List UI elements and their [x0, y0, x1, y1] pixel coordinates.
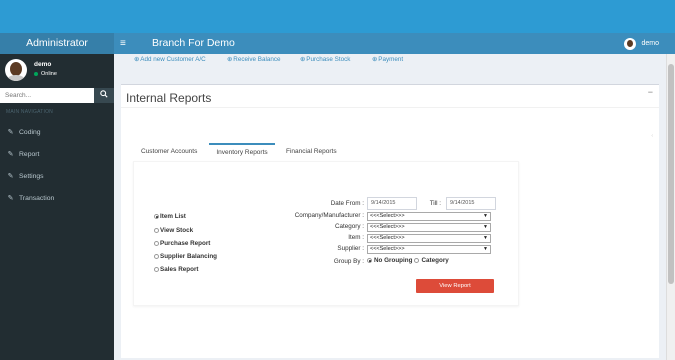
link-receive-balance[interactable]: ⊕ Receive Balance: [227, 56, 281, 63]
tab-customer-accounts[interactable]: Customer Accounts: [141, 143, 201, 161]
user-panel: demo Online: [0, 54, 114, 88]
reports-box: Internal Reports − ‹ Customer Accounts I…: [121, 84, 659, 358]
tag-icon: ⊕: [134, 56, 140, 63]
sidebar-item-settings[interactable]: ✎ Settings: [0, 166, 114, 186]
scroll-marker: ‹: [651, 133, 653, 139]
radio-checked-icon: [154, 214, 159, 219]
radio-icon: [154, 241, 159, 246]
edit-icon: ✎: [7, 195, 14, 202]
tag-icon: ⊕: [227, 56, 233, 63]
tag-icon: ⊕: [300, 56, 306, 63]
sidebar-item-transaction[interactable]: ✎ Transaction: [0, 188, 114, 208]
tab-financial-reports[interactable]: Financial Reports: [286, 143, 346, 161]
sidebar-item-coding[interactable]: ✎ Coding: [0, 122, 114, 142]
user-name: demo: [641, 40, 659, 47]
collapse-icon[interactable]: −: [648, 87, 653, 97]
status-badge: Online: [34, 71, 57, 77]
page-title: Internal Reports: [126, 91, 212, 105]
category-group-label: Category: [421, 257, 449, 264]
date-from-label: Date From :: [330, 200, 364, 207]
page-scrollbar[interactable]: [666, 54, 675, 360]
no-grouping-label: No Grouping: [374, 257, 413, 264]
search-icon[interactable]: [94, 88, 114, 103]
branch-title: Branch For Demo: [152, 37, 235, 49]
desktop-background: [0, 0, 675, 33]
link-add-customer[interactable]: ⊕ Add new Customer A/C: [134, 56, 206, 63]
till-field[interactable]: 9/14/2015: [446, 197, 496, 210]
radio-icon: [154, 267, 159, 272]
edit-icon: ✎: [7, 151, 14, 158]
category-label: Category :: [334, 223, 364, 230]
inventory-tab-pane: Item List View Stock Purchase Report Sup…: [133, 161, 519, 306]
radio-sales-report[interactable]: Sales Report: [154, 266, 199, 273]
radio-category-group[interactable]: [414, 258, 420, 263]
online-dot-icon: [34, 72, 38, 76]
company-select[interactable]: <<<Select>>> ▼: [367, 212, 491, 221]
edit-icon: ✎: [7, 173, 14, 180]
divider: [121, 107, 659, 108]
category-select[interactable]: <<<Select>>> ▼: [367, 223, 491, 232]
radio-icon: [154, 228, 159, 233]
group-by-label: Group By :: [333, 258, 364, 265]
chevron-down-icon: ▼: [483, 235, 488, 241]
sidebar: demo Online MAIN NAVIGATION ✎Coding ✎Rep…: [0, 54, 114, 360]
item-select[interactable]: <<<Select>>> ▼: [367, 234, 491, 243]
radio-supplier-balancing[interactable]: Supplier Balancing: [154, 253, 217, 260]
main-content: ⊕ Add new Customer A/C ⊕ Receive Balance ⊕…: [114, 54, 675, 360]
brand-logo[interactable]: Administrator: [0, 33, 114, 54]
tag-icon: ⊕: [372, 56, 378, 63]
date-from-field[interactable]: 9/14/2015: [367, 197, 417, 210]
search-input[interactable]: [0, 88, 94, 103]
user-menu[interactable]: demo: [624, 36, 659, 51]
supplier-label: Supplier :: [337, 245, 364, 252]
tab-inventory-reports[interactable]: Inventory Reports: [209, 143, 275, 163]
item-label: Item :: [348, 234, 364, 241]
radio-view-stock[interactable]: View Stock: [154, 227, 193, 234]
supplier-select[interactable]: <<<Select>>> ▼: [367, 245, 491, 254]
avatar: [5, 59, 27, 81]
sidebar-item-report[interactable]: ✎ Report: [0, 144, 114, 164]
till-label: Till :: [429, 200, 441, 207]
link-payment[interactable]: ⊕ Payment: [372, 56, 403, 63]
group-by-options: No Grouping Category: [367, 257, 449, 264]
company-label: Company/Manufacturer :: [294, 212, 364, 219]
hamburger-icon[interactable]: ≡: [120, 33, 126, 54]
avatar: [624, 37, 637, 50]
top-header: Administrator ≡ Branch For Demo demo: [0, 33, 675, 54]
chevron-down-icon: ▼: [483, 213, 488, 219]
quick-links: ⊕ Add new Customer A/C ⊕ Receive Balance ⊕…: [114, 54, 659, 68]
chevron-down-icon: ▼: [483, 246, 488, 252]
chevron-down-icon: ▼: [483, 224, 488, 230]
radio-no-grouping[interactable]: [367, 258, 372, 263]
scrollbar-thumb[interactable]: [668, 64, 674, 284]
link-purchase-stock[interactable]: ⊕ Purchase Stock: [300, 56, 350, 63]
view-report-button[interactable]: View Report: [416, 279, 494, 293]
edit-icon: ✎: [7, 129, 14, 136]
sidebar-search: [0, 88, 114, 103]
radio-icon: [154, 254, 159, 259]
nav-header: MAIN NAVIGATION: [6, 109, 53, 115]
sidebar-user-name: demo: [34, 61, 52, 68]
report-tabs: Customer Accounts Inventory Reports Fina…: [131, 143, 511, 163]
radio-item-list[interactable]: Item List: [154, 213, 186, 220]
radio-purchase-report[interactable]: Purchase Report: [154, 240, 210, 247]
